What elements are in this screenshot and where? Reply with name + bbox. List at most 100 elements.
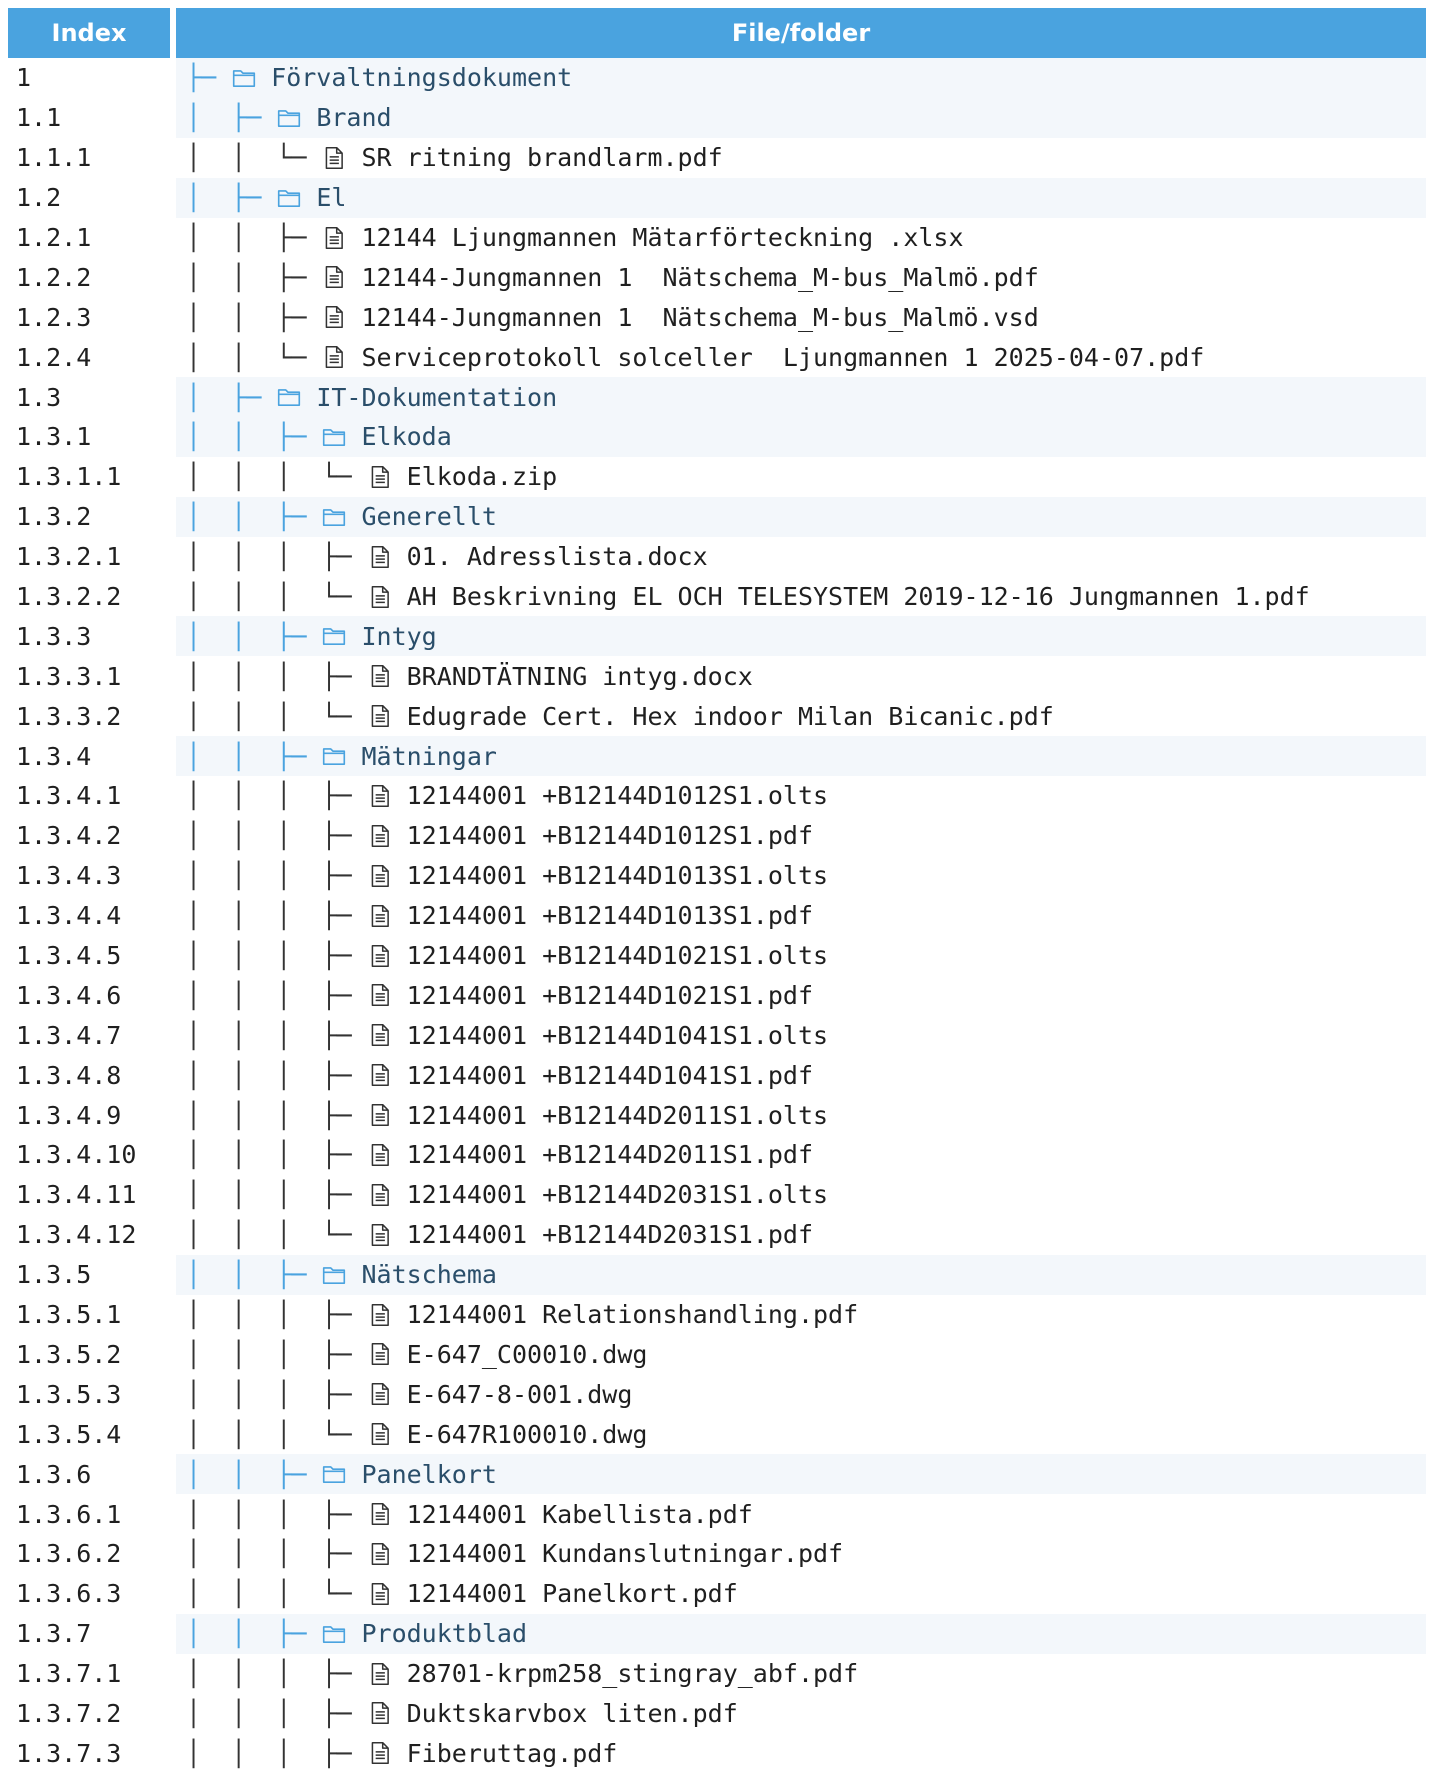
file-row[interactable]: 1.2.2 │ │ ├─ 12144-Jungmannen 1 Nätschema…: [8, 257, 1426, 297]
file-row[interactable]: 1.3.4.11 │ │ │ ├─ 12144001 +B12144D2031S1…: [8, 1175, 1426, 1215]
row-index: 1.2.1: [16, 223, 92, 252]
file-row[interactable]: 1.2.1 │ │ ├─ 12144 Ljungmannen Mätarförte…: [8, 218, 1426, 258]
file-name[interactable]: 12144001 +B12144D1012S1.pdf: [407, 821, 813, 850]
folder-row[interactable]: 1.3.5 │ │ ├─ Nätschema: [8, 1254, 1426, 1295]
folder-row[interactable]: 1.3 │ ├─ IT-Dokumentation: [8, 377, 1426, 418]
file-icon: [326, 266, 344, 289]
file-row[interactable]: 1.3.2.1 │ │ │ ├─ 01. Adresslista.docx: [8, 537, 1426, 577]
file-row[interactable]: 1.3.4.7 │ │ │ ├─ 12144001 +B12144D1041S1.…: [8, 1015, 1426, 1055]
row-index: 1.3.2.1: [16, 542, 122, 572]
file-row[interactable]: 1.3.5.2 │ │ │ ├─ E-647_C00010.dwg: [8, 1335, 1426, 1375]
file-row[interactable]: 1.2.3 │ │ ├─ 12144-Jungmannen 1 Nätschema…: [8, 297, 1426, 337]
file-name[interactable]: 12144001 +B12144D1013S1.olts: [407, 861, 828, 890]
row-index: 1.1.1: [16, 143, 92, 173]
file-row[interactable]: 1.3.4.5 │ │ │ ├─ 12144001 +B12144D1021S1.…: [8, 936, 1426, 976]
folder-name[interactable]: IT-Dokumentation: [316, 383, 557, 412]
file-name[interactable]: 12144001 Relationshandling.pdf: [407, 1300, 859, 1329]
file-row[interactable]: 1.3.2.2 │ │ │ └─ AH Beskrivning EL OCH TE…: [8, 577, 1426, 617]
file-name[interactable]: 01. Adresslista.docx: [407, 542, 708, 571]
folder-row[interactable]: 1.3.7 │ │ ├─ Produktblad: [8, 1613, 1426, 1654]
folder-name[interactable]: Generellt: [361, 502, 496, 531]
folder-name[interactable]: Intyg: [361, 622, 436, 651]
file-row[interactable]: 1.3.5.3 │ │ │ ├─ E-647-8-001.dwg: [8, 1374, 1426, 1414]
file-icon: [371, 1303, 389, 1326]
file-row[interactable]: 1.3.4.4 │ │ │ ├─ 12144001 +B12144D1013S1.…: [8, 896, 1426, 936]
row-index: 1.3.6.2: [16, 1539, 122, 1569]
folder-row[interactable]: 1.2 │ ├─ El: [8, 177, 1426, 218]
file-name[interactable]: 12144001 +B12144D2011S1.pdf: [407, 1140, 813, 1169]
file-row[interactable]: 1.3.6.3 │ │ │ └─ 12144001 Panelkort.pdf: [8, 1574, 1426, 1614]
file-name[interactable]: SR ritning brandlarm.pdf: [361, 143, 722, 172]
file-row[interactable]: 1.3.5.1 │ │ │ ├─ 12144001 Relationshandli…: [8, 1295, 1426, 1335]
file-row[interactable]: 1.3.4.6 │ │ │ ├─ 12144001 +B12144D1021S1.…: [8, 975, 1426, 1015]
folder-name[interactable]: El: [316, 183, 346, 212]
tree-connector: │ │ ├─: [186, 1260, 322, 1290]
file-row[interactable]: 1.3.6.1 │ │ │ ├─ 12144001 Kabellista.pdf: [8, 1494, 1426, 1534]
folder-name[interactable]: Elkoda: [361, 422, 451, 451]
file-name[interactable]: 12144 Ljungmannen Mätarförteckning .xlsx: [361, 223, 963, 252]
file-row[interactable]: 1.3.4.2 │ │ │ ├─ 12144001 +B12144D1012S1.…: [8, 816, 1426, 856]
file-name[interactable]: 12144-Jungmannen 1 Nätschema_M-bus_Malmö…: [361, 303, 1038, 332]
folder-row[interactable]: 1 ├─ Förvaltningsdokument: [8, 58, 1426, 98]
file-row[interactable]: 1.3.7.3 │ │ │ ├─ Fiberuttag.pdf: [8, 1733, 1426, 1773]
folder-name[interactable]: Produktblad: [361, 1619, 527, 1648]
file-row[interactable]: 1.3.1.1 │ │ │ └─ Elkoda.zip: [8, 457, 1426, 497]
row-index: 1.3: [16, 382, 62, 412]
tree-connector: │ │ │ ├─: [186, 1698, 367, 1728]
file-row[interactable]: 1.3.4.12 │ │ │ └─ 12144001 +B12144D2031S1…: [8, 1215, 1426, 1255]
file-row[interactable]: 1.2.4 │ │ └─ Serviceprotokoll solceller L…: [8, 337, 1426, 377]
folder-name[interactable]: Förvaltningsdokument: [271, 63, 572, 92]
file-row[interactable]: 1.3.3.1 │ │ │ ├─ BRANDTÄTNING intyg.docx: [8, 656, 1426, 696]
file-row[interactable]: 1.3.4.10 │ │ │ ├─ 12144001 +B12144D2011S1…: [8, 1135, 1426, 1175]
tree-connector: │ ├─: [186, 183, 277, 213]
file-row[interactable]: 1.3.4.3 │ │ │ ├─ 12144001 +B12144D1013S1.…: [8, 856, 1426, 896]
file-name[interactable]: 12144001 +B12144D2011S1.olts: [407, 1101, 828, 1130]
tree-connector: │ │ │ ├─: [186, 980, 367, 1010]
folder-row[interactable]: 1.3.1 │ │ ├─ Elkoda: [8, 417, 1426, 457]
file-icon: [371, 904, 389, 927]
file-name[interactable]: E-647R100010.dwg: [407, 1420, 648, 1449]
file-row[interactable]: 1.3.3.2 │ │ │ └─ Edugrade Cert. Hex indoo…: [8, 696, 1426, 736]
file-name[interactable]: Fiberuttag.pdf: [407, 1739, 618, 1768]
file-name[interactable]: 12144001 +B12144D1013S1.pdf: [407, 901, 813, 930]
file-row[interactable]: 1.3.5.4 │ │ │ └─ E-647R100010.dwg: [8, 1414, 1426, 1454]
folder-row[interactable]: 1.3.2 │ │ ├─ Generellt: [8, 496, 1426, 537]
file-row[interactable]: 1.3.4.9 │ │ │ ├─ 12144001 +B12144D2011S1.…: [8, 1095, 1426, 1135]
file-name[interactable]: 12144001 Panelkort.pdf: [407, 1579, 738, 1608]
file-name[interactable]: 12144001 +B12144D2031S1.olts: [407, 1180, 828, 1209]
folder-row[interactable]: 1.3.3 │ │ ├─ Intyg: [8, 616, 1426, 657]
row-index: 1.3.3.1: [16, 661, 122, 691]
file-row[interactable]: 1.3.7.2 │ │ │ ├─ Duktskarvbox liten.pdf: [8, 1694, 1426, 1734]
folder-row[interactable]: 1.3.6 │ │ ├─ Panelkort: [8, 1454, 1426, 1495]
file-name[interactable]: 12144001 +B12144D1041S1.olts: [407, 1021, 828, 1050]
file-name[interactable]: BRANDTÄTNING intyg.docx: [407, 662, 753, 691]
file-name[interactable]: E-647-8-001.dwg: [407, 1380, 633, 1409]
folder-name[interactable]: Mätningar: [361, 742, 496, 771]
file-name[interactable]: 12144001 +B12144D1012S1.olts: [407, 781, 828, 810]
file-name[interactable]: 12144001 +B12144D2031S1.pdf: [407, 1220, 813, 1249]
file-name[interactable]: 12144001 +B12144D1021S1.pdf: [407, 981, 813, 1010]
file-row[interactable]: 1.1.1 │ │ └─ SR ritning brandlarm.pdf: [8, 138, 1426, 178]
file-name[interactable]: Elkoda.zip: [407, 462, 558, 491]
file-name[interactable]: 12144001 Kundanslutningar.pdf: [407, 1539, 844, 1568]
folder-name[interactable]: Nätschema: [361, 1260, 496, 1289]
file-row[interactable]: 1.3.7.1 │ │ │ ├─ 28701-krpm258_stingray_a…: [8, 1654, 1426, 1694]
file-icon: [326, 346, 344, 369]
file-name[interactable]: 28701-krpm258_stingray_abf.pdf: [407, 1659, 859, 1688]
file-row[interactable]: 1.3.6.2 │ │ │ ├─ 12144001 Kundanslutninga…: [8, 1534, 1426, 1574]
file-row[interactable]: 1.3.4.1 │ │ │ ├─ 12144001 +B12144D1012S1.…: [8, 776, 1426, 816]
file-row[interactable]: 1.3.4.8 │ │ │ ├─ 12144001 +B12144D1041S1.…: [8, 1055, 1426, 1095]
file-name[interactable]: 12144001 +B12144D1041S1.pdf: [407, 1061, 813, 1090]
file-name[interactable]: Duktskarvbox liten.pdf: [407, 1699, 738, 1728]
file-name[interactable]: E-647_C00010.dwg: [407, 1340, 648, 1369]
file-name[interactable]: 12144001 +B12144D1021S1.olts: [407, 941, 828, 970]
file-name[interactable]: Serviceprotokoll solceller Ljungmannen 1…: [361, 343, 1204, 372]
file-name[interactable]: 12144-Jungmannen 1 Nätschema_M-bus_Malmö…: [361, 263, 1038, 292]
file-name[interactable]: 12144001 Kabellista.pdf: [407, 1500, 753, 1529]
file-name[interactable]: AH Beskrivning EL OCH TELESYSTEM 2019-12…: [407, 582, 1310, 611]
file-name[interactable]: Edugrade Cert. Hex indoor Milan Bicanic.…: [407, 702, 1054, 731]
folder-row[interactable]: 1.1 │ ├─ Brand: [8, 97, 1426, 138]
folder-row[interactable]: 1.3.4 │ │ ├─ Mätningar: [8, 736, 1426, 777]
folder-name[interactable]: Panelkort: [361, 1460, 496, 1489]
folder-name[interactable]: Brand: [316, 103, 391, 132]
